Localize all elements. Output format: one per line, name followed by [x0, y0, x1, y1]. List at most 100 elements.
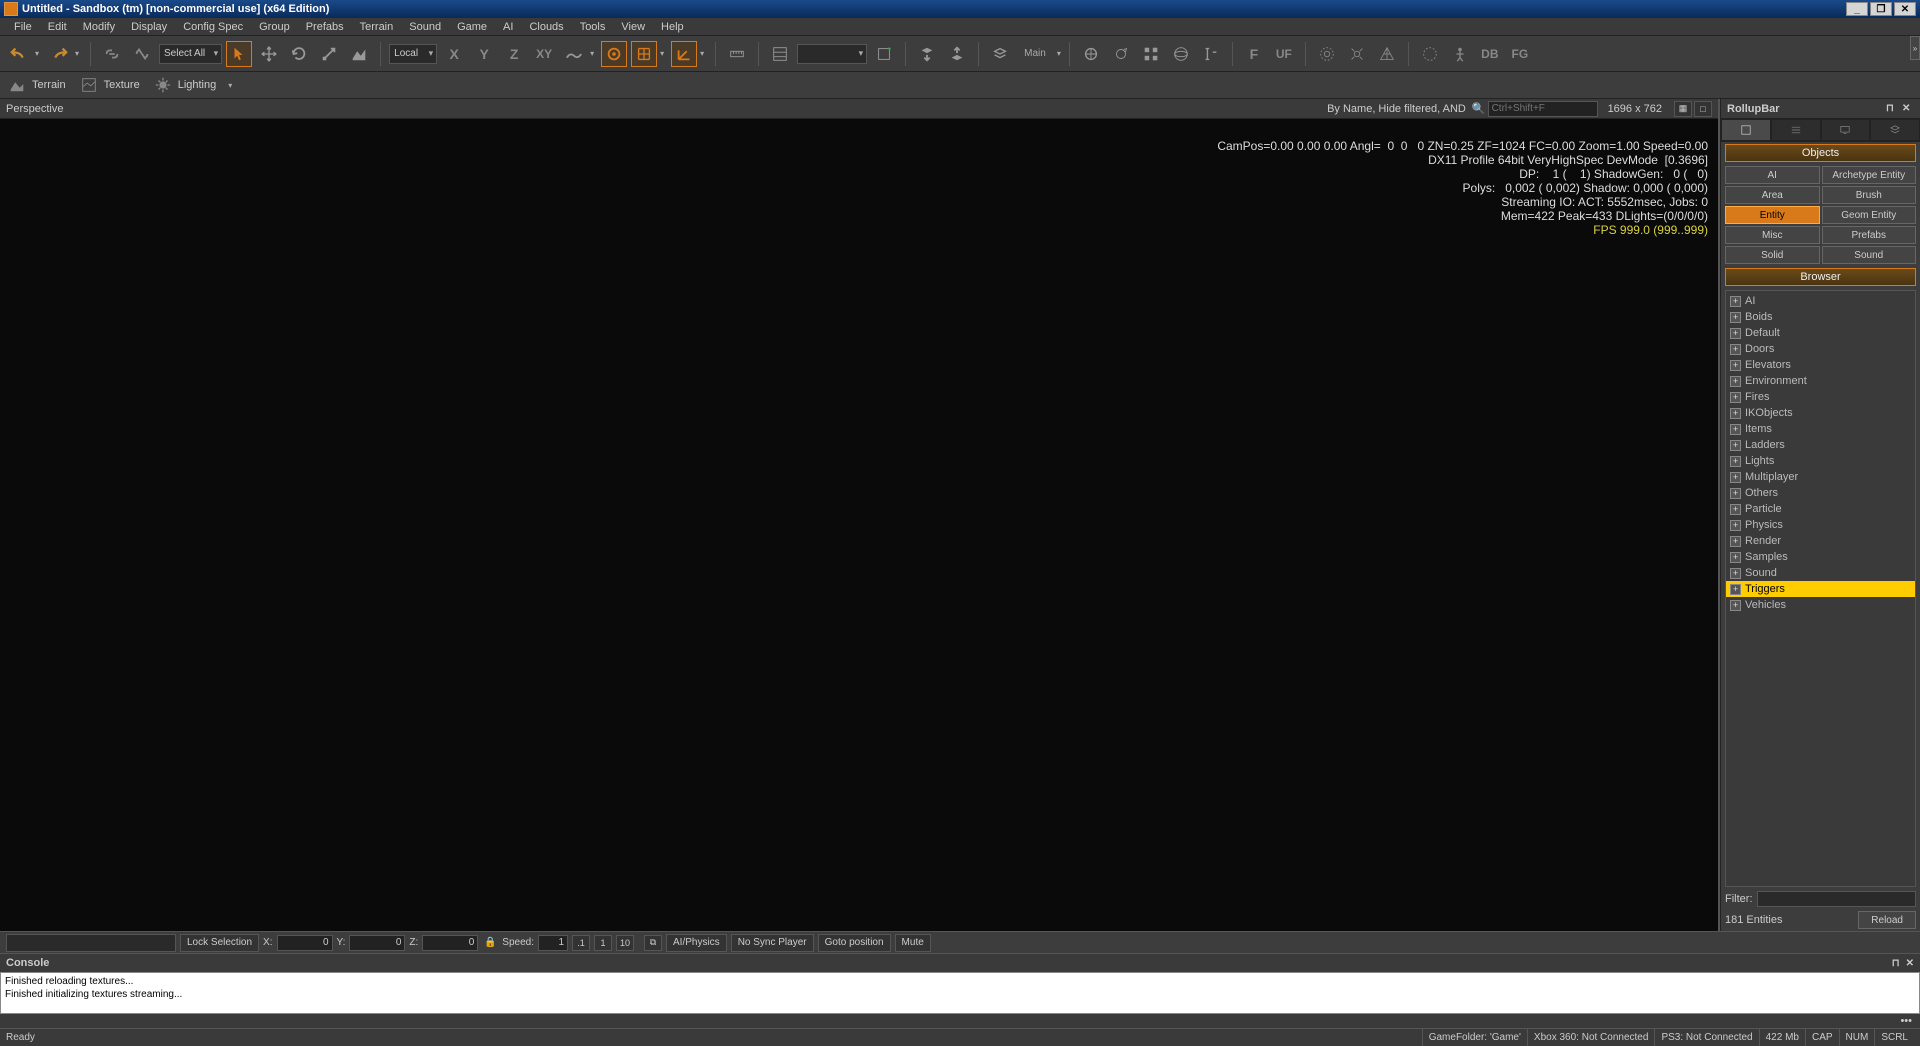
goto-position-button[interactable]: Goto position — [818, 934, 891, 952]
tree-item-samples[interactable]: +Samples — [1726, 549, 1915, 565]
tree-item-sound[interactable]: +Sound — [1726, 565, 1915, 581]
menu-tools[interactable]: Tools — [572, 19, 614, 35]
scale-tool[interactable] — [316, 41, 342, 67]
y-input[interactable] — [349, 935, 405, 951]
select-tool[interactable] — [226, 41, 252, 67]
search-input[interactable] — [1488, 101, 1598, 117]
viewport-name[interactable]: Perspective — [6, 103, 63, 115]
layers-icon[interactable] — [987, 41, 1013, 67]
expand-icon[interactable]: + — [1730, 536, 1741, 547]
tree-item-triggers[interactable]: +Triggers — [1726, 581, 1915, 597]
tree-item-default[interactable]: +Default — [1726, 325, 1915, 341]
menu-sound[interactable]: Sound — [401, 19, 449, 35]
tree-item-lights[interactable]: +Lights — [1726, 453, 1915, 469]
expand-icon[interactable]: + — [1730, 360, 1741, 371]
tree-item-ladders[interactable]: +Ladders — [1726, 437, 1915, 453]
rollup-close-icon[interactable]: ✕ — [1902, 103, 1914, 115]
tab-display[interactable] — [1821, 119, 1871, 141]
menu-config-spec[interactable]: Config Spec — [175, 19, 251, 35]
snap-toggle[interactable] — [601, 41, 627, 67]
select-terrain-tool[interactable] — [346, 41, 372, 67]
layer-name[interactable]: Main — [1017, 41, 1053, 67]
unfreeze-button[interactable]: UF — [1271, 41, 1297, 67]
speed-1-button[interactable]: 1 — [594, 935, 612, 951]
viewport-3d[interactable]: CamPos=0.00 0.00 0.00 Angl= 0 0 0 ZN=0.2… — [0, 119, 1718, 931]
object-type-prefabs[interactable]: Prefabs — [1822, 226, 1917, 244]
redo-dropdown[interactable]: ▾ — [72, 41, 82, 67]
z-input[interactable] — [422, 935, 478, 951]
terrain-follow-dropdown[interactable]: ▾ — [587, 41, 597, 67]
ai-gen-icon[interactable] — [1344, 41, 1370, 67]
flowgraph-button[interactable]: FG — [1507, 41, 1533, 67]
lighting-editor-icon[interactable] — [152, 74, 174, 96]
lock-icon[interactable]: 🔒 — [482, 935, 498, 951]
minimize-button[interactable]: _ — [1846, 2, 1868, 16]
tree-item-elevators[interactable]: +Elevators — [1726, 357, 1915, 373]
redo-button[interactable] — [46, 41, 72, 67]
terrain-collision-icon[interactable]: ⧉ — [644, 935, 662, 951]
object-list-icon[interactable] — [767, 41, 793, 67]
expand-icon[interactable]: + — [1730, 328, 1741, 339]
coord-system-combo[interactable]: Local — [389, 44, 437, 64]
entity-tree[interactable]: +AI+Boids+Default+Doors+Elevators+Enviro… — [1725, 290, 1916, 887]
save-selection-icon[interactable] — [871, 41, 897, 67]
no-sync-player-toggle[interactable]: No Sync Player — [731, 934, 814, 952]
pin-icon[interactable]: ⊓ — [1886, 103, 1898, 115]
object-type-archetype-entity[interactable]: Archetype Entity — [1822, 166, 1917, 184]
measure-icon[interactable] — [1198, 41, 1224, 67]
tab-modify[interactable] — [1771, 119, 1821, 141]
link-icon[interactable] — [99, 41, 125, 67]
console-output[interactable]: Finished reloading textures...Finished i… — [0, 972, 1920, 1014]
object-type-sound[interactable]: Sound — [1822, 246, 1917, 264]
menu-ai[interactable]: AI — [495, 19, 521, 35]
expand-icon[interactable]: + — [1730, 344, 1741, 355]
tree-item-multiplayer[interactable]: +Multiplayer — [1726, 469, 1915, 485]
tree-item-particle[interactable]: +Particle — [1726, 501, 1915, 517]
speed-01-button[interactable]: .1 — [572, 935, 590, 951]
angle-snap-dropdown[interactable]: ▾ — [697, 41, 707, 67]
rotate-tool[interactable] — [286, 41, 312, 67]
object-type-entity[interactable]: Entity — [1725, 206, 1820, 224]
object-type-area[interactable]: Area — [1725, 186, 1820, 204]
physics-get-icon[interactable] — [1078, 41, 1104, 67]
x-input[interactable] — [277, 935, 333, 951]
named-selection-combo[interactable] — [797, 44, 867, 64]
grid-icon[interactable] — [1138, 41, 1164, 67]
axis-x-button[interactable]: X — [441, 41, 467, 67]
terrain-follow-icon[interactable] — [561, 41, 587, 67]
grid-snap-toggle[interactable] — [631, 41, 657, 67]
tab-layers[interactable] — [1870, 119, 1920, 141]
undo-button[interactable] — [6, 41, 32, 67]
expand-icon[interactable]: + — [1730, 504, 1741, 515]
expand-icon[interactable]: + — [1730, 552, 1741, 563]
tree-item-ai[interactable]: +AI — [1726, 293, 1915, 309]
freeze-button[interactable]: F — [1241, 41, 1267, 67]
expand-icon[interactable]: + — [1730, 312, 1741, 323]
menu-file[interactable]: File — [6, 19, 40, 35]
tab-create[interactable] — [1721, 119, 1771, 141]
side-expand-tab[interactable]: » — [1910, 36, 1920, 60]
axis-xy-button[interactable]: XY — [531, 41, 557, 67]
tree-item-fires[interactable]: +Fires — [1726, 389, 1915, 405]
expand-icon[interactable]: + — [1730, 520, 1741, 531]
tree-item-ikobjects[interactable]: +IKObjects — [1726, 405, 1915, 421]
object-type-misc[interactable]: Misc — [1725, 226, 1820, 244]
mannequin-icon[interactable] — [1447, 41, 1473, 67]
expand-icon[interactable]: + — [1730, 456, 1741, 467]
layer-up-icon[interactable] — [944, 41, 970, 67]
ai-nav-icon[interactable] — [1314, 41, 1340, 67]
expand-icon[interactable]: + — [1730, 424, 1741, 435]
browser-header[interactable]: Browser — [1725, 268, 1916, 286]
object-type-brush[interactable]: Brush — [1822, 186, 1917, 204]
filter-input[interactable] — [1757, 891, 1917, 907]
expand-icon[interactable]: + — [1730, 296, 1741, 307]
ai-triangulate-icon[interactable] — [1374, 41, 1400, 67]
menu-group[interactable]: Group — [251, 19, 298, 35]
expand-icon[interactable]: + — [1730, 472, 1741, 483]
object-type-ai[interactable]: AI — [1725, 166, 1820, 184]
menu-modify[interactable]: Modify — [75, 19, 123, 35]
speed-10-button[interactable]: 10 — [616, 935, 634, 951]
terrain-editor-icon[interactable] — [6, 74, 28, 96]
mute-button[interactable]: Mute — [895, 934, 931, 952]
object-type-geom-entity[interactable]: Geom Entity — [1822, 206, 1917, 224]
